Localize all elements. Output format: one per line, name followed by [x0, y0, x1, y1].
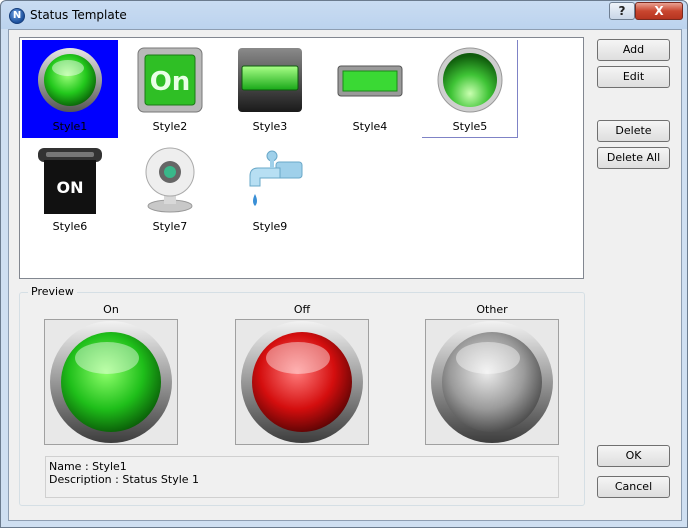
style-item-label: Style7 — [152, 220, 188, 233]
help-button[interactable]: ? — [609, 2, 635, 20]
app-logo-icon: N — [9, 8, 25, 24]
water-faucet-icon — [249, 150, 303, 206]
style-item-label: Style6 — [52, 220, 88, 233]
style-item-9[interactable]: Style9 — [222, 140, 318, 238]
cancel-button[interactable]: Cancel — [597, 476, 670, 498]
black-on-switch-icon: ON — [38, 148, 102, 214]
edit-button[interactable]: Edit — [597, 66, 670, 88]
style-item-7[interactable]: Style7 — [122, 140, 218, 238]
preview-off-box — [235, 319, 369, 445]
style-item-label: Style4 — [352, 120, 388, 133]
style-item-label: Style3 — [252, 120, 288, 133]
style-list[interactable]: Style1 On Style2 Style3 Style4 Style5 ON… — [19, 37, 584, 279]
add-button[interactable]: Add — [597, 39, 670, 61]
window-title: Status Template — [30, 8, 127, 22]
style-description-line: Description : Status Style 1 — [49, 473, 200, 486]
green-round-button-icon — [38, 48, 102, 112]
title-bar[interactable]: N Status Template ? X — [1, 1, 689, 29]
gray-status-light-icon — [431, 321, 553, 443]
preview-title: Preview — [28, 285, 77, 298]
style-item-label: Style5 — [452, 120, 488, 133]
preview-other-box — [425, 319, 559, 445]
style-item-1[interactable]: Style1 — [22, 40, 118, 138]
close-button[interactable]: X — [635, 2, 683, 20]
style-item-label: Style1 — [52, 120, 88, 133]
green-bar-panel-icon — [238, 48, 302, 112]
svg-text:ON: ON — [57, 178, 84, 197]
webcam-icon — [145, 147, 195, 213]
green-glow-button-icon — [437, 47, 503, 113]
style-item-5[interactable]: Style5 — [422, 40, 518, 138]
style-item-3[interactable]: Style3 — [222, 40, 318, 138]
delete-button[interactable]: Delete — [597, 120, 670, 142]
status-template-window: N Status Template ? X Style1 On Style2 S… — [0, 0, 688, 528]
green-on-tile-icon: On — [137, 47, 203, 113]
ok-button[interactable]: OK — [597, 445, 670, 467]
preview-on-label: On — [103, 303, 119, 316]
preview-other-label: Other — [476, 303, 508, 316]
preview-off-label: Off — [293, 303, 311, 316]
style-item-4[interactable]: Style4 — [322, 40, 418, 138]
style-name-line: Name : Style1 — [49, 460, 127, 473]
green-bar-icon — [337, 65, 403, 97]
red-status-light-icon — [241, 321, 363, 443]
style-item-6[interactable]: ON Style6 — [22, 140, 118, 238]
delete-all-button[interactable]: Delete All — [597, 147, 670, 169]
preview-on-box — [44, 319, 178, 445]
style-info-panel: Name : Style1 Description : Status Style… — [45, 456, 559, 498]
style-item-label: Style9 — [252, 220, 288, 233]
dialog-client-area: Style1 On Style2 Style3 Style4 Style5 ON… — [8, 29, 682, 521]
style-item-label: Style2 — [152, 120, 188, 133]
close-icon: X — [654, 4, 664, 18]
svg-text:On: On — [150, 67, 191, 97]
style-item-2[interactable]: On Style2 — [122, 40, 218, 138]
green-status-light-icon — [50, 321, 172, 443]
